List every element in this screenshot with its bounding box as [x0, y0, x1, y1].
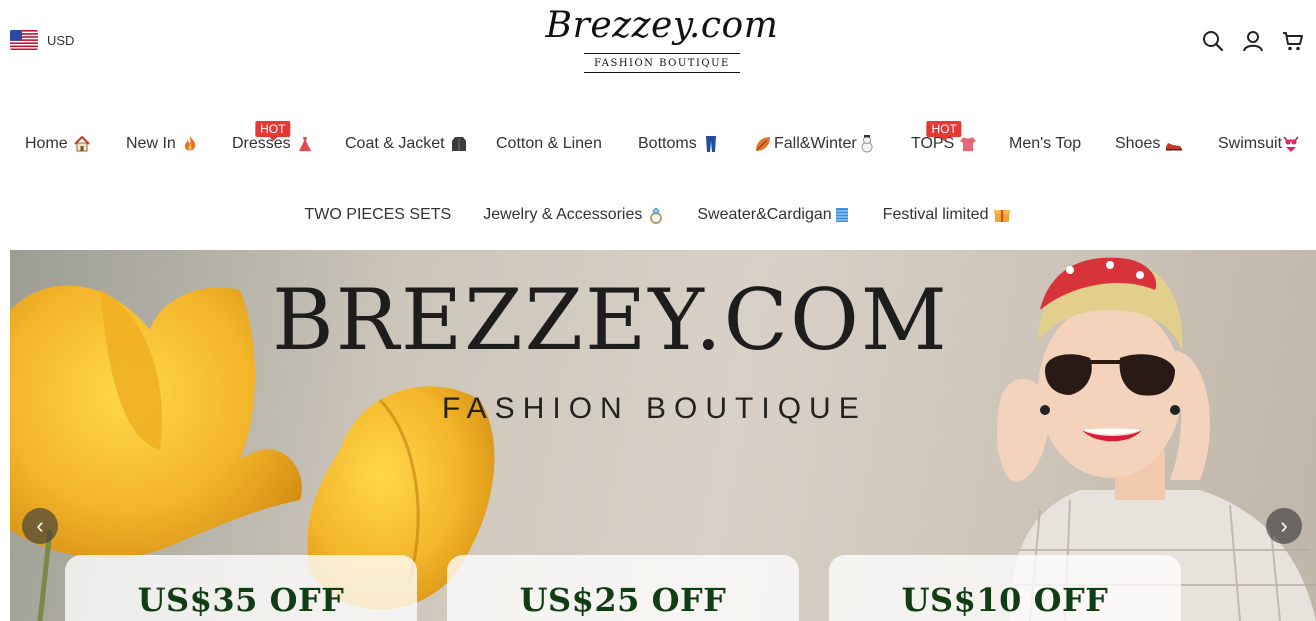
hot-badge: HOT	[255, 121, 291, 141]
cart-icon[interactable]	[1280, 28, 1306, 54]
nav-item-sweater-cardigan[interactable]: Sweater&Cardigan	[697, 206, 850, 224]
nav-item-two-pieces-sets[interactable]: TWO PIECES SETS	[305, 206, 452, 224]
nav-item-swimsuit[interactable]: Swimsuit	[1218, 135, 1300, 153]
shirt-icon	[960, 137, 977, 151]
nav-item-label: Bottoms	[638, 135, 697, 152]
dress-icon	[298, 137, 311, 151]
nav-item-fall-winter[interactable]: Fall&Winter	[754, 135, 876, 153]
leaf-icon	[756, 137, 770, 151]
nav-item-dresses[interactable]: HOT Dresses	[232, 121, 314, 153]
nav-item-festival-limited[interactable]: Festival limited	[883, 206, 1012, 224]
nav-item-new-in[interactable]: New In	[126, 135, 199, 153]
main-nav-row-1: Home New In HOT Dresses Coat & Jacket Co…	[0, 121, 1316, 160]
currency-label: USD	[47, 32, 75, 48]
nav-item-bottoms[interactable]: Bottoms	[638, 135, 720, 153]
logo-tagline: FASHION BOUTIQUE	[584, 53, 740, 73]
house-icon	[73, 135, 90, 152]
ring-icon	[650, 207, 663, 224]
nav-item-label: TWO PIECES SETS	[304, 206, 452, 223]
snowman-icon	[861, 135, 873, 153]
search-icon[interactable]	[1200, 28, 1226, 54]
nav-item-tops[interactable]: HOT TOPS	[911, 121, 977, 153]
site-logo[interactable]: Brezzey.com FASHION BOUTIQUE	[536, 4, 788, 73]
nav-item-label: New In	[126, 135, 176, 152]
chevron-right-icon: ›	[1280, 513, 1288, 538]
nav-item-home[interactable]: Home	[25, 135, 91, 153]
carousel-prev-button[interactable]: ‹	[22, 508, 58, 544]
nav-item-label: Festival limited	[882, 206, 989, 223]
coupon-amount: US$25 OFF	[519, 581, 727, 619]
carousel-next-button[interactable]: ›	[1266, 508, 1302, 544]
nav-item-coat-jacket[interactable]: Coat & Jacket	[345, 135, 468, 153]
coupon-card[interactable]: US$25 OFF	[447, 555, 799, 621]
coupon-amount: US$10 OFF	[901, 581, 1109, 619]
nav-item-label: Coat & Jacket	[345, 135, 445, 152]
gift-icon	[994, 210, 1011, 222]
bikini-icon	[1283, 136, 1299, 152]
nav-item-label: Cotton & Linen	[496, 135, 602, 152]
nav-item-label: Dresses	[232, 135, 291, 152]
scarf-icon	[835, 208, 848, 222]
coat-icon	[451, 137, 466, 151]
nav-item-label: Men's Top	[1009, 135, 1082, 152]
hot-badge: HOT	[926, 121, 962, 141]
coupon-card[interactable]: US$10 OFF	[829, 555, 1181, 621]
nav-item-label: Sweater&Cardigan	[697, 206, 832, 223]
nav-item-cotton-linen[interactable]: Cotton & Linen	[496, 135, 602, 153]
us-flag-icon	[10, 30, 38, 50]
nav-item-label: Jewelry & Accessories	[483, 206, 643, 223]
chevron-left-icon: ‹	[36, 513, 44, 538]
shoe-icon	[1166, 143, 1183, 151]
main-nav-row-2: TWO PIECES SETS Jewelry & Accessories Sw…	[0, 199, 1316, 231]
banner-subtitle: FASHION BOUTIQUE	[442, 392, 867, 425]
currency-selector[interactable]: USD	[10, 30, 74, 50]
nav-item-label: Swimsuit	[1218, 135, 1283, 152]
nav-item-label: Shoes	[1115, 135, 1161, 152]
account-icon[interactable]	[1240, 28, 1266, 54]
logo-text: Brezzey.com	[545, 5, 779, 46]
banner-title: BREZZEY.COM	[272, 271, 949, 369]
hero-banner[interactable]: BREZZEY.COM FASHION BOUTIQUE ‹ › US$35 O…	[10, 250, 1316, 621]
site-header: USD Brezzey.com FASHION BOUTIQUE	[0, 0, 1316, 100]
nav-item-label: Fall&Winter	[774, 135, 857, 152]
jeans-icon	[705, 136, 716, 152]
nav-item-jewelry-accessories[interactable]: Jewelry & Accessories	[483, 206, 665, 224]
coupon-amount: US$35 OFF	[137, 581, 345, 619]
fire-icon	[184, 136, 195, 151]
nav-item-mens-top[interactable]: Men's Top	[1009, 135, 1081, 153]
header-actions	[1200, 28, 1306, 54]
nav-item-label: Home	[25, 135, 68, 152]
nav-item-shoes[interactable]: Shoes	[1115, 135, 1183, 153]
coupon-card[interactable]: US$35 OFF	[65, 555, 417, 621]
